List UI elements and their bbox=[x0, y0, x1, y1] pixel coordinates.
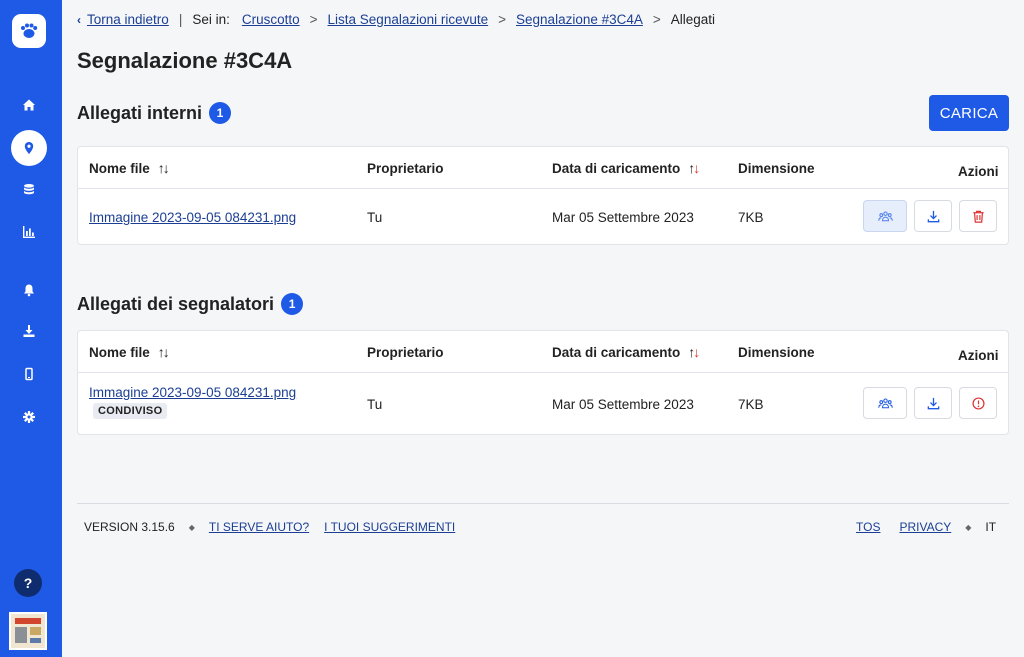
breadcrumb-dashboard[interactable]: Cruscotto bbox=[242, 12, 300, 27]
reporters-attachments-table: Nome file ↑↓ Proprietario Data di carica… bbox=[77, 330, 1009, 435]
reporters-count-badge: 1 bbox=[281, 293, 304, 315]
footer-left: VERSION 3.15.6 ◆ TI SERVE AIUTO? I TUOI … bbox=[84, 520, 455, 534]
col-upload-date[interactable]: Data di caricamento ↑↓ bbox=[552, 147, 700, 189]
col-owner: Proprietario bbox=[367, 344, 444, 360]
file-link[interactable]: Immagine 2023-09-05 084231.png bbox=[89, 385, 296, 400]
col-filename[interactable]: Nome file ↑↓ bbox=[89, 331, 170, 373]
footer-right: TOS PRIVACY ◆ IT bbox=[856, 520, 996, 534]
table-header: Nome file ↑↓ Proprietario Data di carica… bbox=[78, 331, 1008, 373]
breadcrumb-report[interactable]: Segnalazione #3C4A bbox=[516, 12, 643, 27]
nav-downloads[interactable] bbox=[11, 313, 47, 349]
footer-dot-separator: ◆ bbox=[188, 522, 195, 532]
tos-link[interactable]: TOS bbox=[856, 520, 880, 534]
home-icon bbox=[23, 99, 35, 111]
owner-cell: Tu bbox=[367, 396, 383, 412]
col-size: Dimensione bbox=[738, 344, 815, 360]
breadcrumb-separator: > bbox=[652, 12, 661, 27]
language-selector[interactable]: IT bbox=[985, 520, 996, 534]
date-cell: Mar 05 Settembre 2023 bbox=[552, 396, 694, 412]
table-row: Immagine 2023-09-05 084231.png Tu Mar 05… bbox=[78, 189, 1008, 245]
upload-button[interactable]: CARICA bbox=[929, 95, 1009, 131]
download-icon bbox=[23, 325, 35, 337]
chart-icon bbox=[23, 226, 35, 238]
download-icon bbox=[927, 397, 939, 409]
trash-icon bbox=[972, 210, 984, 223]
report-button[interactable] bbox=[959, 387, 997, 419]
sort-active-icon[interactable]: ↑↓ bbox=[688, 160, 700, 176]
help-button[interactable]: ? bbox=[14, 569, 42, 597]
size-cell: 7KB bbox=[738, 209, 764, 225]
col-size: Dimensione bbox=[738, 160, 815, 176]
breadcrumb: ‹ Torna indietro | Sei in: Cruscotto > L… bbox=[77, 12, 715, 27]
bell-icon bbox=[24, 284, 34, 297]
sort-icon[interactable]: ↑↓ bbox=[158, 344, 170, 360]
col-actions: Azioni bbox=[958, 163, 999, 179]
nav-settings[interactable] bbox=[11, 399, 47, 435]
share-button[interactable] bbox=[863, 200, 907, 232]
table-row: Immagine 2023-09-05 084231.png CONDIVISO… bbox=[78, 373, 1008, 435]
download-button[interactable] bbox=[914, 387, 952, 419]
alert-circle-icon bbox=[971, 396, 985, 410]
privacy-link[interactable]: PRIVACY bbox=[899, 520, 951, 534]
nav-notifications[interactable] bbox=[11, 272, 47, 308]
internal-attachments-table: Nome file ↑↓ Proprietario Data di carica… bbox=[77, 146, 1009, 245]
sidebar: ? bbox=[0, 0, 62, 657]
nav-home[interactable] bbox=[11, 87, 47, 123]
page-title: Segnalazione #3C4A bbox=[77, 48, 293, 73]
suggestions-link[interactable]: I TUOI SUGGERIMENTI bbox=[324, 520, 455, 534]
col-upload-date[interactable]: Data di caricamento ↑↓ bbox=[552, 331, 700, 373]
internal-count-badge: 1 bbox=[209, 102, 232, 124]
date-cell: Mar 05 Settembre 2023 bbox=[552, 209, 694, 225]
table-header: Nome file ↑↓ Proprietario Data di carica… bbox=[78, 147, 1008, 189]
breadcrumb-reports-list[interactable]: Lista Segnalazioni ricevute bbox=[328, 12, 489, 27]
shared-badge: CONDIVISO bbox=[93, 403, 168, 419]
sort-active-icon[interactable]: ↑↓ bbox=[688, 344, 700, 360]
reporters-attachments-heading: Allegati dei segnalatori 1 bbox=[77, 293, 304, 315]
col-filename[interactable]: Nome file ↑↓ bbox=[89, 147, 170, 189]
chevron-left-icon: ‹ bbox=[77, 12, 81, 27]
help-link[interactable]: TI SERVE AIUTO? bbox=[209, 520, 309, 534]
owner-cell: Tu bbox=[367, 209, 383, 225]
download-button[interactable] bbox=[914, 200, 952, 232]
sort-icon[interactable]: ↑↓ bbox=[158, 160, 170, 176]
file-link[interactable]: Immagine 2023-09-05 084231.png bbox=[89, 210, 296, 225]
users-share-icon bbox=[877, 210, 893, 221]
map-pin-icon bbox=[24, 142, 34, 154]
nav-reports[interactable] bbox=[11, 130, 47, 166]
breadcrumb-you-are-in: Sei in: bbox=[192, 12, 230, 27]
col-owner: Proprietario bbox=[367, 160, 444, 176]
nav-statistics[interactable] bbox=[11, 214, 47, 250]
paw-logo-icon bbox=[21, 23, 38, 38]
breadcrumb-divider: | bbox=[178, 12, 183, 27]
breadcrumb-separator: > bbox=[309, 12, 318, 27]
app-version: VERSION 3.15.6 bbox=[84, 520, 175, 534]
app-logo[interactable] bbox=[12, 14, 46, 48]
back-link[interactable]: Torna indietro bbox=[87, 12, 169, 27]
internal-attachments-title: Allegati interni bbox=[77, 102, 203, 123]
breadcrumb-current: Allegati bbox=[670, 12, 716, 27]
footer-divider bbox=[77, 503, 1009, 504]
mobile-icon bbox=[25, 367, 33, 381]
footer-dot-separator: ◆ bbox=[965, 522, 972, 532]
nav-mobile[interactable] bbox=[11, 356, 47, 392]
share-button[interactable] bbox=[863, 387, 907, 419]
col-actions: Azioni bbox=[958, 347, 999, 363]
delete-button[interactable] bbox=[959, 200, 997, 232]
users-share-icon bbox=[877, 397, 893, 408]
gear-icon bbox=[23, 411, 35, 423]
download-icon bbox=[927, 210, 939, 222]
breadcrumb-separator: > bbox=[498, 12, 507, 27]
reporters-attachments-title: Allegati dei segnalatori bbox=[77, 293, 275, 314]
user-avatar-thumbnail[interactable] bbox=[9, 612, 47, 650]
internal-attachments-heading: Allegati interni 1 bbox=[77, 102, 232, 124]
size-cell: 7KB bbox=[738, 396, 764, 412]
database-icon bbox=[24, 184, 34, 195]
nav-database[interactable] bbox=[11, 172, 47, 208]
